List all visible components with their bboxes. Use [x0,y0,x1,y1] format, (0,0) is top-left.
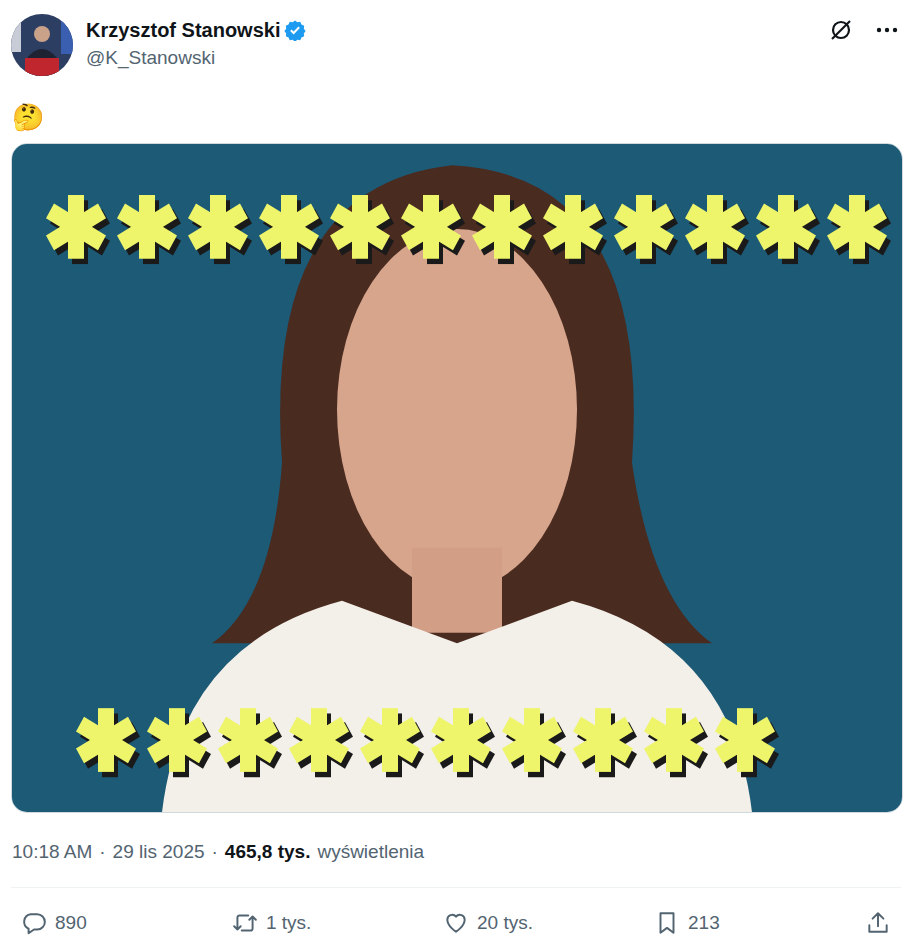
action-count: 213 [688,912,720,934]
meta-separator: · [99,841,105,863]
share-button[interactable] [865,910,891,936]
views-label: wyświetlenia [317,841,424,863]
bookmark-button[interactable]: 213 [654,910,744,936]
post-meta: 10:18 AM · 29 lis 2025 · 465,8 tys. wyświetle… [11,841,901,863]
avatar[interactable] [11,14,73,76]
share-icon [865,910,891,936]
reply-button[interactable]: 890 [21,910,111,936]
author-handle[interactable]: @K_Stanowski [86,45,814,71]
top-icons [827,14,901,44]
action-count: 20 tys. [477,912,533,934]
bookmark-icon [654,910,680,936]
post-text: 🤔 [11,100,901,134]
grok-icon[interactable] [827,16,855,44]
repost-icon [232,910,258,936]
action-bar: 890 1 tys. 20 tys. 213 [11,888,901,936]
post-date[interactable]: 29 lis 2025 [113,841,205,863]
post-time[interactable]: 10:18 AM [12,841,92,863]
meta-separator: · [212,841,218,863]
author-info: Krzysztof Stanowski@K_Stanowski [86,14,814,71]
action-count: 1 tys. [266,912,311,934]
more-icon[interactable] [873,16,901,44]
author-name[interactable]: Krzysztof Stanowski [86,17,280,43]
post-page: Krzysztof Stanowski@K_Stanowski 🤔 10:18 AM… [0,0,918,936]
photo-icon [12,144,902,812]
reply-icon [21,910,47,936]
post-header: Krzysztof Stanowski@K_Stanowski [11,14,901,76]
repost-button[interactable]: 1 tys. [232,910,322,936]
divider [11,887,901,888]
heart-icon [443,910,469,936]
post-image[interactable] [11,143,903,813]
verified-icon [284,19,306,41]
avatar-icon [11,14,73,76]
action-count: 890 [55,912,87,934]
name-row: Krzysztof Stanowski [86,17,814,43]
view-count: 465,8 tys. [225,841,311,863]
like-button[interactable]: 20 tys. [443,910,533,936]
